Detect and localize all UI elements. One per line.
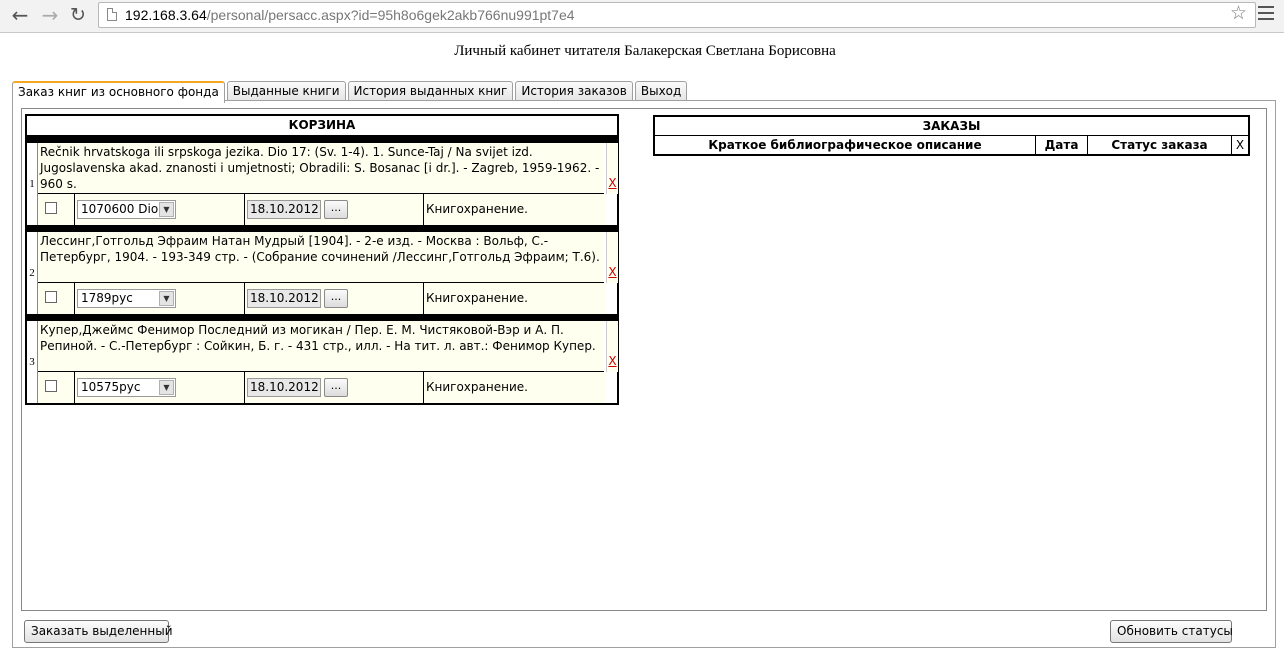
basket-item: 2 Лессинг,Готгольд Эфраим Натан Мудрый [… [27, 232, 618, 314]
back-arrow-icon[interactable]: ← [8, 4, 32, 26]
basket-item: 1 Rečnik hrvatskoga ili srpskoga jezika.… [27, 143, 618, 225]
url-text[interactable]: 192.168.3.64/personal/persacc.aspx?id=95… [125, 7, 575, 23]
reload-icon[interactable]: ↻ [66, 4, 90, 26]
item-controls: 1789рус ▼ 18.10.2012... Книгохранение. [38, 283, 606, 314]
copy-select[interactable]: 1070600 Dio ▼ [77, 200, 176, 219]
basket-title: КОРЗИНА [27, 116, 617, 136]
delete-item-link[interactable]: X [606, 143, 618, 194]
copy-select-value: 1070600 Dio [81, 202, 159, 216]
forward-arrow-icon[interactable]: → [38, 4, 62, 26]
tab-logout[interactable]: Выход [634, 81, 688, 100]
copy-select-value: 1789рус [81, 291, 133, 305]
item-description: Rečnik hrvatskoga ili srpskoga jezika. D… [38, 143, 604, 194]
item-description: Купер,Джеймс Фенимор Последний из могика… [38, 321, 604, 372]
item-number: 2 [27, 232, 38, 314]
item-number: 1 [27, 143, 38, 225]
row-separator [27, 225, 617, 232]
date-field[interactable]: 18.10.2012 [247, 378, 321, 397]
order-selected-button[interactable]: Заказать выделенный [24, 620, 173, 643]
url-host: 192.168.3.64 [125, 7, 207, 23]
tab-issued-books[interactable]: Выданные книги [226, 81, 346, 100]
basket-table: КОРЗИНА 1 Rečnik hrvatskoga ili srpskoga… [25, 114, 619, 405]
orders-table: ЗАКАЗЫ Краткое библиографическое описани… [653, 115, 1250, 156]
copy-select[interactable]: 10575рус ▼ [77, 378, 176, 397]
item-checkbox[interactable] [45, 291, 57, 303]
orders-title: ЗАКАЗЫ [655, 117, 1248, 136]
chevron-down-icon: ▼ [159, 202, 174, 217]
page-icon [107, 8, 117, 21]
column-date: Дата [1036, 136, 1088, 155]
basket-item: 3 Купер,Джеймс Фенимор Последний из моги… [27, 321, 618, 403]
date-picker-button[interactable]: ... [324, 289, 348, 308]
location-text: Книгохранение. [426, 202, 528, 216]
item-number: 3 [27, 321, 38, 403]
column-delete[interactable]: X [1232, 136, 1248, 155]
item-controls: 1070600 Dio ▼ 18.10.2012... Книгохранение… [38, 194, 606, 225]
date-field[interactable]: 18.10.2012 [247, 289, 321, 308]
item-controls: 10575рус ▼ 18.10.2012... Книгохранение. [38, 372, 606, 403]
orders-header-row: Краткое библиографическое описание Дата … [655, 136, 1248, 155]
chevron-down-icon: ▼ [159, 380, 174, 395]
browser-toolbar: ← → ↻ 192.168.3.64/personal/persacc.aspx… [0, 0, 1284, 33]
column-description: Краткое библиографическое описание [655, 136, 1036, 155]
copy-select-value: 10575рус [81, 380, 141, 394]
copy-select[interactable]: 1789рус ▼ [77, 289, 176, 308]
chevron-down-icon: ▼ [159, 291, 174, 306]
tab-issued-history[interactable]: История выданных книг [347, 81, 514, 100]
location-text: Книгохранение. [426, 380, 528, 394]
item-description: Лессинг,Готгольд Эфраим Натан Мудрый [19… [38, 232, 604, 283]
date-picker-button[interactable]: ... [324, 378, 348, 397]
date-picker-button[interactable]: ... [324, 200, 348, 219]
tab-bar: Заказ книг из основного фонда Выданные к… [12, 81, 689, 103]
location-text: Книгохранение. [426, 291, 528, 305]
item-checkbox[interactable] [45, 202, 57, 214]
column-status: Статус заказа [1088, 136, 1232, 155]
item-checkbox[interactable] [45, 380, 57, 392]
row-separator [27, 136, 617, 143]
tab-order-books[interactable]: Заказ книг из основного фонда [12, 81, 225, 103]
browser-menu-icon[interactable] [1258, 6, 1274, 22]
url-path: /personal/persacc.aspx?id=95h8o6gek2akb7… [206, 7, 575, 23]
delete-item-link[interactable]: X [606, 232, 618, 283]
row-separator [27, 314, 617, 321]
date-field[interactable]: 18.10.2012 [247, 200, 321, 219]
tab-orders-history[interactable]: История заказов [515, 81, 633, 100]
address-bar[interactable]: 192.168.3.64/personal/persacc.aspx?id=95… [98, 2, 1256, 28]
bookmark-star-icon[interactable]: ☆ [1230, 4, 1247, 23]
refresh-statuses-button[interactable]: Обновить статусы [1110, 620, 1233, 643]
delete-item-link[interactable]: X [606, 321, 618, 372]
page-title: Личный кабинет читателя Балакерская Свет… [454, 43, 836, 59]
